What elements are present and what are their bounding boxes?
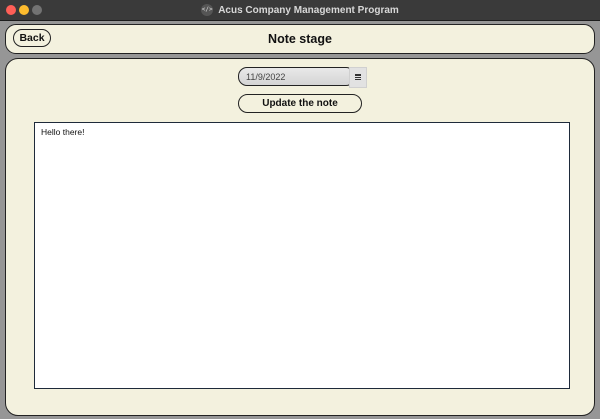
date-picker-button[interactable]: [349, 67, 367, 88]
app-icon: </>: [201, 4, 214, 16]
window-title-group: </> Acus Company Management Program: [0, 0, 600, 20]
update-note-button[interactable]: Update the note: [238, 94, 362, 113]
note-textarea[interactable]: Hello there!: [34, 122, 570, 389]
window-title: Acus Company Management Program: [218, 4, 399, 16]
app-window: </> Acus Company Management Program Note…: [0, 0, 600, 419]
note-panel: Update the note Hello there!: [5, 58, 595, 416]
header-bar: Note stage Back: [5, 24, 595, 54]
calendar-icon: [355, 74, 361, 81]
window-titlebar[interactable]: </> Acus Company Management Program: [0, 0, 600, 21]
page-title: Note stage: [268, 32, 332, 46]
date-input[interactable]: [238, 67, 355, 86]
back-button[interactable]: Back: [13, 29, 51, 47]
